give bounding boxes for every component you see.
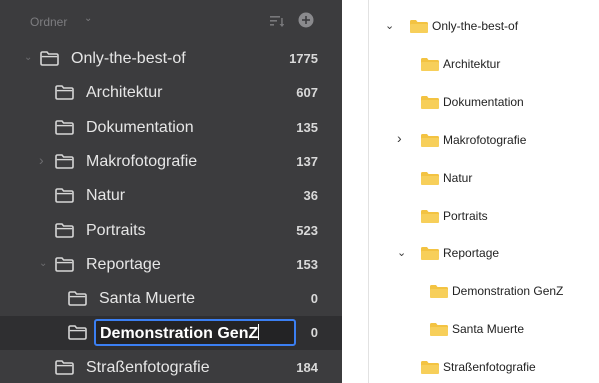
folder-yellow-icon [421,57,439,76]
tree-row-count: 0 [310,291,318,307]
folder-outline-icon [55,154,74,174]
tree-row[interactable]: Demonstration GenZ [369,278,599,306]
tree-row-label: Santa Muerte [99,290,196,308]
folder-outline-icon [55,256,74,277]
tree-row-count: 0 [310,325,318,341]
tree-row-label: Only-the-best-of [432,19,519,33]
chevron-down-icon[interactable]: ⌄ [24,52,32,63]
tree-row-label: Portraits [443,208,488,223]
tree-row-label: Makrofotografie [86,152,198,170]
folder-yellow-icon [421,361,439,379]
text-caret [258,324,260,341]
tree-row-label: Portraits [86,221,146,239]
tree-row[interactable]: Straßenfotografie 184 [0,351,342,383]
tree-row[interactable]: Santa Muerte [369,316,599,344]
chevron-right-icon[interactable]: › [39,152,44,168]
chevron-down-icon[interactable]: ⌄ [385,19,394,32]
chevron-down-icon[interactable]: ⌄ [39,258,47,269]
folder-outline-icon [68,291,87,311]
tree-row-count: 137 [296,153,318,169]
tree-row-label: Makrofotografie [443,132,527,147]
tree-row-count: 607 [296,85,318,101]
tree-row-label: Reportage [86,255,161,273]
folder-name-text: Demonstration GenZ [100,325,259,343]
tree-row[interactable]: Natur [369,165,599,193]
tree-row[interactable]: Santa Muerte 0 [0,282,342,316]
tree-row-label: Reportage [443,246,500,261]
tree-row[interactable]: Architektur [369,51,599,79]
chevron-down-icon[interactable]: ⌄ [84,13,92,24]
folder-yellow-icon [410,20,428,38]
tree-row-count: 1775 [289,51,318,66]
tree-row[interactable]: Natur 36 [0,179,342,213]
tree-row[interactable]: ⌄ Only-the-best-of 1775 [0,42,342,76]
tree-row-label: Natur [86,187,126,205]
tree-row-label: Dokumentation [86,118,194,136]
folder-yellow-icon [430,323,448,341]
tree-row-count: 184 [296,359,318,375]
folder-yellow-icon [421,133,439,152]
tree-row-label: Only-the-best-of [71,50,186,67]
tree-row-label: Straßenfotografie [86,358,210,376]
folder-yellow-icon [430,285,448,303]
tree-row-label: Natur [443,170,473,185]
tree-row-count: 523 [296,222,318,238]
light-folder-panel: ⌄ Only-the-best-of Architektur Dokumentatio… [368,0,599,383]
chevron-down-icon[interactable]: ⌄ [397,246,406,259]
sort-icon[interactable] [270,14,285,32]
tree-row[interactable]: Portraits 523 [0,214,342,248]
tree-row-count: 36 [303,188,318,204]
tree-row[interactable]: ⌄ Only-the-best-of [369,13,599,41]
tree-row-count: 135 [296,119,318,135]
folder-outline-icon [55,359,74,380]
folder-outline-icon [40,51,59,71]
dark-folder-panel: Ordner ⌄ ⌄ Only-the-best-of 1775 Architektu… [0,0,342,383]
folder-outline-icon [55,85,74,105]
tree-row[interactable]: Straßenfotografie [369,354,599,382]
tree-row-label: Architektur [443,56,501,71]
folder-name-input[interactable]: Demonstration GenZ [94,319,296,347]
tree-row[interactable]: Portraits [369,203,599,231]
tree-row[interactable]: ⌄ Reportage 153 [0,248,342,282]
folder-outline-icon [55,188,74,208]
folder-outline-icon [55,222,74,243]
chevron-right-icon[interactable]: › [397,130,402,146]
tree-row[interactable]: Demonstration GenZ 0 [0,316,342,351]
folder-yellow-icon [421,95,439,114]
tree-row-count: 153 [296,256,318,272]
folder-yellow-icon [421,171,439,190]
folder-yellow-icon [421,209,439,228]
folder-outline-icon [55,119,74,140]
folder-outline-icon [68,325,87,345]
panel-title[interactable]: Ordner [30,15,67,29]
tree-row-label: Santa Muerte [452,322,525,337]
add-circle-icon[interactable] [298,12,314,33]
tree-row[interactable]: ⌄ Reportage [369,240,599,268]
divider [342,0,368,383]
tree-row-label: Demonstration GenZ [452,284,564,299]
tree-row[interactable]: › Makrofotografie [369,127,599,155]
tree-row-label: Architektur [86,84,163,102]
tree-row-label: Dokumentation [443,94,524,109]
tree-row[interactable]: Dokumentation 135 [0,111,342,145]
tree-row[interactable]: Dokumentation [369,89,599,117]
tree-row[interactable]: Architektur 607 [0,76,342,110]
tree-row-label: Straßenfotografie [443,360,536,375]
folder-yellow-icon [421,247,439,265]
tree-row[interactable]: › Makrofotografie 137 [0,145,342,179]
panel-header: Ordner ⌄ [0,0,342,42]
